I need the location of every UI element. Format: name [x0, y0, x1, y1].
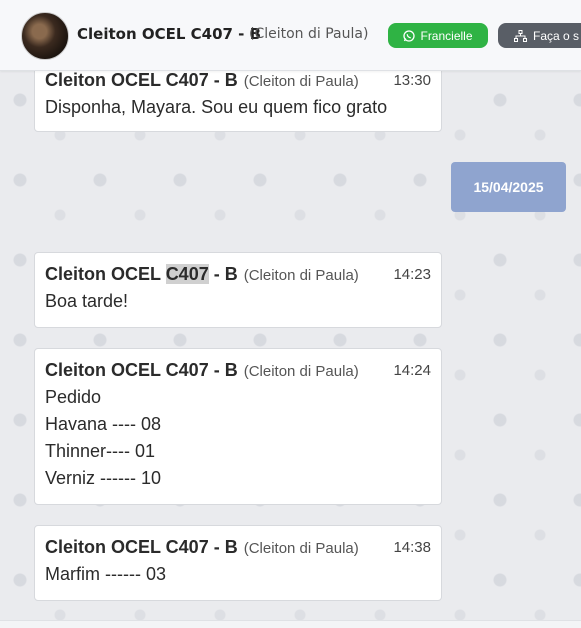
message-author-sub: (Cleiton di Paula): [243, 363, 359, 380]
message-text: Pedido: [45, 387, 102, 407]
message-bubble[interactable]: Cleiton OCEL C407 - B (Cleiton di Paula) …: [34, 525, 442, 601]
sitemap-icon: [514, 29, 527, 42]
message-author-sub: (Cleiton di Paula): [243, 73, 359, 90]
message-author: Cleiton OCEL C407 - B: [45, 70, 238, 90]
message-bubble[interactable]: Cleiton OCEL C407 - B (Cleiton di Paula) …: [34, 348, 442, 505]
message-author: Cleiton OCEL C407 - B: [45, 264, 238, 284]
message-bubble[interactable]: Cleiton OCEL C407 - B (Cleiton di Paula) …: [34, 62, 442, 132]
avatar[interactable]: [21, 12, 69, 60]
message-author-sub: (Cleiton di Paula): [243, 267, 359, 284]
message-author: Cleiton OCEL C407 - B: [45, 360, 238, 380]
message-time: 14:24: [393, 362, 431, 379]
message-header: Cleiton OCEL C407 - B (Cleiton di Paula) …: [45, 70, 431, 94]
message-header: Cleiton OCEL C407 - B (Cleiton di Paula) …: [45, 537, 431, 561]
action-button[interactable]: Faça o s: [498, 23, 581, 48]
action-button-label: Faça o s: [533, 28, 580, 43]
message-header: Cleiton OCEL C407 - B (Cleiton di Paula) …: [45, 360, 431, 384]
message-header: Cleiton OCEL C407 - B (Cleiton di Paula) …: [45, 264, 431, 288]
message-bubble[interactable]: Cleiton OCEL C407 - B (Cleiton di Paula) …: [34, 252, 442, 328]
message-time: 14:38: [393, 539, 431, 556]
message-text: Thinner---- 01: [45, 441, 156, 461]
message-time: 14:23: [393, 266, 431, 283]
search-highlight: C407: [165, 264, 209, 284]
whatsapp-icon: [403, 29, 416, 42]
whatsapp-agent-label: Francielle: [420, 28, 473, 43]
whatsapp-agent-button[interactable]: Francielle: [388, 23, 488, 48]
message-text: Havana ---- 08: [45, 414, 162, 434]
contact-name: Cleiton OCEL C407 - B: [77, 25, 262, 43]
author-part: Cleiton OCEL: [45, 264, 166, 284]
message-author-sub: (Cleiton di Paula): [243, 540, 359, 557]
message-time: 13:30: [393, 72, 431, 89]
message-text: Disponha, Mayara. Sou eu quem fico grato: [45, 97, 388, 117]
message-text: Marfim ------ 03: [45, 564, 166, 584]
message-author: Cleiton OCEL C407 - B: [45, 537, 238, 557]
author-part: - B: [208, 264, 238, 284]
message-text: Verniz ------ 10: [45, 468, 162, 488]
contact-subtitle: (Cleiton di Paula): [249, 26, 369, 42]
chat-header: Cleiton OCEL C407 - B (Cleiton di Paula)…: [0, 0, 581, 71]
date-separator: 15/04/2025: [451, 162, 566, 212]
message-text: Boa tarde!: [45, 291, 129, 311]
